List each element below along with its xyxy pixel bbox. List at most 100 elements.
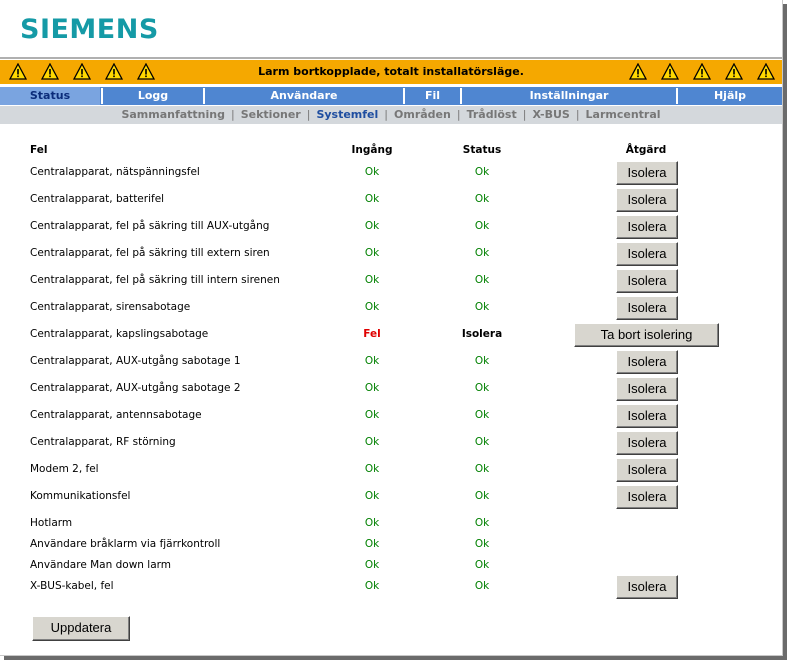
fault-name: Centralapparat, AUX-utgång sabotage 1 [30, 355, 241, 367]
fault-name: Centralapparat, fel på säkring till AUX-… [30, 220, 270, 232]
remove-isolation-button[interactable]: Ta bort isolering [574, 323, 719, 347]
warning-icon [725, 63, 743, 80]
warning-icon [41, 63, 59, 80]
status-value: Ok [474, 193, 490, 205]
isolate-button[interactable]: Isolera [616, 377, 678, 401]
input-value: Ok [364, 490, 380, 502]
warning-icon [629, 63, 647, 80]
subnav-separator: | [575, 108, 580, 121]
warning-icon [661, 63, 679, 80]
input-value: Ok [364, 580, 380, 592]
isolate-button[interactable]: Isolera [616, 458, 678, 482]
isolate-button[interactable]: Isolera [616, 242, 678, 266]
fault-name: Centralapparat, antennsabotage [30, 409, 202, 421]
table-row: X-BUS-kabel, fel Ok Ok Isolera [0, 573, 782, 600]
page-frame: SIEMENS Larm bortkopplade, totalt instal… [0, 0, 783, 656]
nav-status[interactable]: Status [0, 87, 100, 105]
alarm-banner: Larm bortkopplade, totalt installatörslä… [0, 60, 782, 84]
col-header-input: Ingång [351, 144, 393, 156]
fault-name: Centralapparat, nätspänningsfel [30, 166, 200, 178]
subnav-separator: | [231, 108, 235, 121]
subnav-separator: | [522, 108, 527, 121]
table-row: Kommunikationsfel Ok Ok Isolera [0, 483, 782, 510]
nav-logg[interactable]: Logg [103, 87, 203, 105]
table-row: Centralapparat, batterifel Ok Ok Isolera [0, 186, 782, 213]
input-value: Fel [363, 328, 381, 340]
status-value: Ok [474, 274, 490, 286]
col-header-action: Åtgärd [625, 144, 667, 156]
input-value: Ok [364, 193, 380, 205]
nav-anvandare[interactable]: Användare [205, 87, 403, 105]
subnav-sammanfattning[interactable]: Sammanfattning [121, 108, 225, 121]
input-value: Ok [364, 166, 380, 178]
subnav-separator: | [456, 108, 461, 121]
isolate-button[interactable]: Isolera [616, 296, 678, 320]
table-row: Modem 2, fel Ok Ok Isolera [0, 456, 782, 483]
status-value: Ok [474, 580, 490, 592]
fault-name: Centralapparat, AUX-utgång sabotage 2 [30, 382, 241, 394]
sub-nav: Sammanfattning | Sektioner | Systemfel | Områd… [0, 106, 782, 124]
table-row: Centralapparat, fel på säkring till exte… [0, 240, 782, 267]
table-row: Centralapparat, sirensabotage Ok Ok Isolera [0, 294, 782, 321]
status-value: Ok [474, 220, 490, 232]
subnav-larmcentral[interactable]: Larmcentral [586, 108, 661, 121]
header-divider [0, 57, 782, 59]
table-row: Centralapparat, AUX-utgång sabotage 2 Ok O… [0, 375, 782, 402]
isolate-button[interactable]: Isolera [616, 575, 678, 599]
subnav-systemfel[interactable]: Systemfel [316, 108, 378, 121]
subnav-separator: | [384, 108, 389, 121]
col-header-status: Status [462, 144, 502, 156]
update-button[interactable]: Uppdatera [32, 616, 130, 641]
isolate-button[interactable]: Isolera [616, 188, 678, 212]
status-value: Ok [474, 490, 490, 502]
fault-name: Centralapparat, batterifel [30, 193, 165, 205]
fault-name: Centralapparat, fel på säkring till exte… [30, 247, 270, 259]
main-nav: Status Logg Användare Fil Inställningar … [0, 87, 782, 105]
fault-name: Centralapparat, RF störning [30, 436, 176, 448]
input-value: Ok [364, 355, 380, 367]
status-value: Ok [474, 463, 490, 475]
input-value: Ok [364, 409, 380, 421]
input-value: Ok [364, 274, 380, 286]
input-value: Ok [364, 220, 380, 232]
input-value: Ok [364, 436, 380, 448]
table-row: Centralapparat, AUX-utgång sabotage 1 Ok O… [0, 348, 782, 375]
isolate-button[interactable]: Isolera [616, 269, 678, 293]
warning-icon [105, 63, 123, 80]
input-value: Ok [364, 382, 380, 394]
status-value: Ok [474, 409, 490, 421]
warning-icon [9, 63, 27, 80]
subnav-tradlost[interactable]: Trådlöst [467, 108, 517, 121]
table-row: Centralapparat, kapslingsabotage Fel Isole… [0, 321, 782, 348]
warning-icon [693, 63, 711, 80]
table-row: Centralapparat, fel på säkring till AUX-… [0, 213, 782, 240]
input-value: Ok [364, 463, 380, 475]
fault-name: Centralapparat, kapslingsabotage [30, 328, 209, 340]
nav-fil[interactable]: Fil [405, 87, 460, 105]
subnav-xbus[interactable]: X-BUS [532, 108, 569, 121]
subnav-omraden[interactable]: Områden [394, 108, 451, 121]
fault-name: Centralapparat, sirensabotage [30, 301, 191, 313]
subnav-sektioner[interactable]: Sektioner [241, 108, 301, 121]
isolate-button[interactable]: Isolera [616, 485, 678, 509]
isolate-button[interactable]: Isolera [616, 431, 678, 455]
input-value: Ok [364, 247, 380, 259]
isolate-button[interactable]: Isolera [616, 215, 678, 239]
isolate-button[interactable]: Isolera [616, 350, 678, 374]
nav-installningar[interactable]: Inställningar [462, 87, 676, 105]
siemens-logo: SIEMENS [20, 14, 159, 45]
isolate-button[interactable]: Isolera [616, 161, 678, 185]
status-value: Ok [474, 436, 490, 448]
table-row: Centralapparat, fel på säkring till inte… [0, 267, 782, 294]
isolate-button[interactable]: Isolera [616, 404, 678, 428]
status-value: Ok [474, 247, 490, 259]
fault-name: Kommunikationsfel [30, 490, 131, 502]
col-header-fault: Fel [30, 144, 48, 156]
nav-hjalp[interactable]: Hjälp [678, 87, 782, 105]
warning-icon [137, 63, 155, 80]
status-value: Ok [474, 382, 490, 394]
fault-name: Modem 2, fel [30, 463, 99, 475]
table-row: Centralapparat, antennsabotage Ok Ok Isoler… [0, 402, 782, 429]
fault-name: Centralapparat, fel på säkring till inte… [30, 274, 280, 286]
table-row: Centralapparat, nätspänningsfel Ok Ok Isole… [0, 159, 782, 186]
